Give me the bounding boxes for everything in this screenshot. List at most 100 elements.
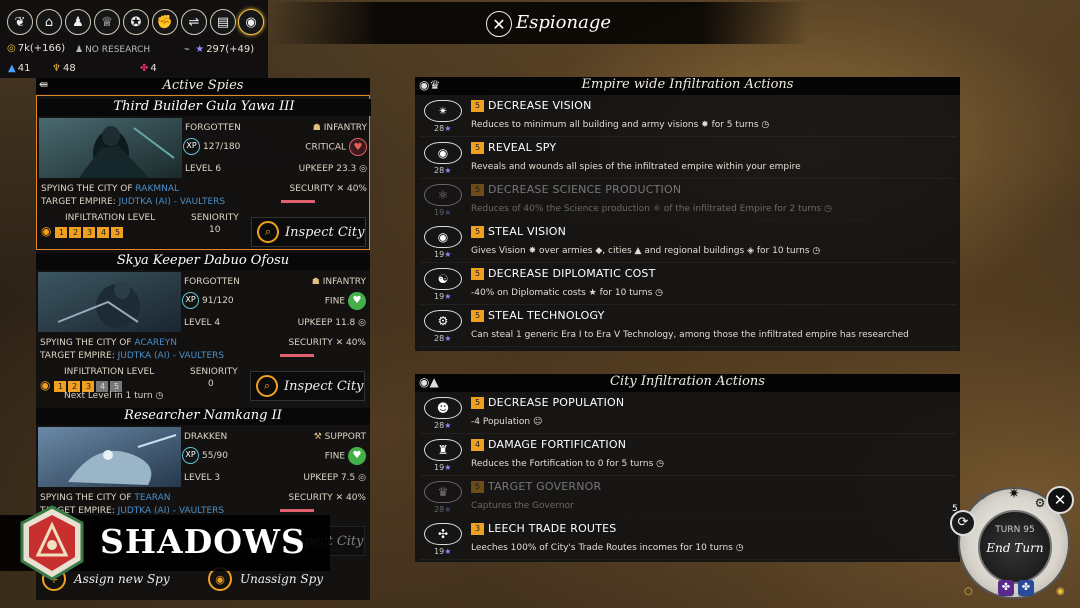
- assign-spy-label: Assign new Spy: [74, 572, 170, 586]
- eye-trade-icon: ✣: [424, 523, 462, 545]
- spy-upkeep-value: UPKEEP 7.5: [303, 473, 356, 483]
- shadows-title: SHADOWS: [100, 522, 306, 561]
- star-icon: ★: [444, 505, 452, 514]
- eye-science-icon: ⚛: [424, 184, 462, 206]
- heart-icon: ♥: [348, 292, 366, 310]
- spy-role-label: SUPPORT: [324, 432, 366, 442]
- action-name: TARGET GOVERNOR: [488, 480, 602, 493]
- spy-card[interactable]: Third Builder Gula Yawa III FORGOTTEN ☗ …: [36, 95, 371, 250]
- action-cost: 19★: [434, 250, 451, 259]
- eye-icon[interactable]: ◉: [238, 9, 264, 35]
- seniority-value: 0: [208, 379, 214, 389]
- temple-icon[interactable]: ⌂: [36, 9, 62, 35]
- eye-icon: ◉: [41, 224, 52, 238]
- purple-alert-icon[interactable]: ✤: [998, 580, 1014, 596]
- spied-city[interactable]: TEARAN: [134, 493, 170, 503]
- population-icon[interactable]: ♟: [65, 9, 91, 35]
- spy-city: SPYING THE CITY OF RAKMNAL: [41, 184, 179, 194]
- close-icon: ✕: [492, 14, 506, 34]
- xp-icon: XP: [182, 447, 199, 464]
- gold-resource: ◎ 7k(+166): [7, 43, 65, 54]
- action-cost: 19★: [434, 208, 451, 217]
- research-value: NO RESEARCH: [85, 45, 151, 55]
- spy-race: FORGOTTEN: [184, 277, 240, 287]
- action-row[interactable]: ♜ 19★ 4 DAMAGE FORTIFICATION Reduces the For…: [420, 435, 956, 476]
- blue-alert-icon[interactable]: ✤: [1018, 580, 1034, 596]
- food-resource: ♆ 48: [52, 63, 76, 74]
- spy-role: ⚒ SUPPORT: [301, 432, 366, 442]
- action-row[interactable]: ✣ 19★ 3 LEECH TRADE ROUTES Leeches 100% of C…: [420, 519, 956, 560]
- coin-icon: ◎: [359, 164, 367, 174]
- food-value: 48: [62, 63, 76, 74]
- spy-role: ☗ INFANTRY: [306, 277, 366, 287]
- action-row[interactable]: ☻ 28★ 5 DECREASE POPULATION -4 Population ☺: [420, 393, 956, 434]
- action-name: LEECH TRADE ROUTES: [488, 522, 617, 535]
- target-empire: JUDTKA (AI) - VAULTERS: [118, 197, 226, 207]
- crossed-swords-icon: ✕: [336, 184, 345, 194]
- action-row[interactable]: ✴ 28★ 5 DECREASE VISION Reduces to minimum a…: [420, 96, 956, 137]
- action-level-badge: 5: [471, 226, 484, 238]
- handshake-icon[interactable]: ⇌: [181, 9, 207, 35]
- action-cost: 28★: [434, 505, 451, 514]
- spy-portrait: [38, 427, 181, 487]
- shadows-emblem-icon: [20, 505, 84, 581]
- sun-icon[interactable]: ✷: [1002, 486, 1026, 506]
- laurel-icon[interactable]: ❦: [7, 9, 33, 35]
- spy-portrait: [38, 272, 181, 332]
- spy-upkeep: UPKEEP 11.8 ◎: [286, 318, 366, 328]
- action-level-badge: 5: [471, 481, 484, 493]
- inspect-city-button[interactable]: ⌕ Inspect City: [251, 217, 366, 247]
- cards-icon[interactable]: ▤: [210, 9, 236, 35]
- eye-fortification-icon: ♜: [424, 439, 462, 461]
- spies-collapse-icon[interactable]: ⇚: [39, 78, 48, 91]
- star-icon: ★: [444, 421, 452, 430]
- security-label: SECURITY: [288, 493, 333, 503]
- trophy-icon[interactable]: ♕: [94, 9, 120, 35]
- tools-icon[interactable]: ✕: [1046, 486, 1074, 514]
- spy-card[interactable]: Skya Keeper Dabuo Ofosu FORGOTTEN ☗ INFA…: [36, 250, 370, 405]
- influence-value: 297(+49): [206, 44, 255, 55]
- action-row[interactable]: ⚛ 19★ 5 DECREASE SCIENCE PRODUCTION Reduces …: [420, 180, 956, 221]
- clock-icon: ◷: [155, 391, 164, 401]
- spy-level: LEVEL 6: [185, 164, 222, 174]
- level-box: 3: [83, 227, 96, 238]
- gold-icon: ◎: [7, 43, 16, 54]
- action-row[interactable]: ◉ 19★ 5 STEAL VISION Gives Vision ✸ over arm…: [420, 222, 956, 263]
- eye-city-icon: ◉▲: [419, 375, 439, 389]
- fist-icon[interactable]: ✊: [152, 9, 178, 35]
- coin-icon: ◎: [358, 473, 366, 483]
- eye-diplomacy-icon: ☯: [424, 268, 462, 290]
- medal-icon[interactable]: ✪: [123, 9, 149, 35]
- spied-city[interactable]: RAKMNAL: [135, 184, 179, 194]
- spy-level: LEVEL 3: [184, 473, 221, 483]
- active-spies-header: ⇚ Active Spies: [36, 78, 370, 94]
- spy-security: SECURITY ✕ 40%: [276, 493, 367, 503]
- resource-topbar: ❦ ⌂ ♟ ♕ ✪ ✊ ⇌ ▤ ◉ ◎ 7k(+166) ♟ NO RESEARCH…: [0, 0, 268, 78]
- page-title: Espionage: [516, 12, 611, 33]
- faith-resource: ✤ 4: [140, 63, 157, 74]
- action-row[interactable]: ☯ 19★ 5 DECREASE DIPLOMATIC COST -40% on Dip…: [420, 264, 956, 305]
- star-icon: ★: [195, 44, 205, 55]
- action-row[interactable]: ♛ 28★ 5 TARGET GOVERNOR Captures the Governo…: [420, 477, 956, 518]
- action-cost: 28★: [434, 124, 451, 133]
- action-row[interactable]: ⚙ 28★ 5 STEAL TECHNOLOGY Can steal 1 generic…: [420, 306, 956, 347]
- spy-city: SPYING THE CITY OF ACAREYN: [40, 338, 177, 348]
- action-row[interactable]: ◉ 28★ 5 REVEAL SPY Reveals and wounds all sp…: [420, 138, 956, 179]
- spy-xp: XP 91/120: [182, 292, 234, 309]
- infiltration-label: INFILTRATION LEVEL: [64, 367, 155, 377]
- action-name: REVEAL SPY: [488, 141, 557, 154]
- next-arrow-icon[interactable]: ➜: [968, 488, 996, 510]
- spied-city[interactable]: ACAREYN: [134, 338, 177, 348]
- action-description: Reduces to minimum all building and army…: [471, 120, 770, 130]
- coin-alert-icon: ◉: [1056, 586, 1065, 597]
- next-level: Next Level in 1 turn ◷: [64, 391, 163, 401]
- research-icon: ♟: [75, 45, 84, 55]
- action-cost: 19★: [434, 292, 451, 301]
- empire-actions-title: Empire wide Infiltration Actions: [581, 77, 794, 92]
- spy-race: DRAKKEN: [184, 432, 228, 442]
- infantry-icon: ☗: [312, 123, 321, 133]
- spy-health: CRITICAL ♥: [287, 138, 367, 156]
- close-button[interactable]: ✕: [486, 11, 512, 37]
- inspect-city-button[interactable]: ⌕ Inspect City: [250, 371, 365, 401]
- empire-actions-header: ◉♛ Empire wide Infiltration Actions: [415, 77, 960, 95]
